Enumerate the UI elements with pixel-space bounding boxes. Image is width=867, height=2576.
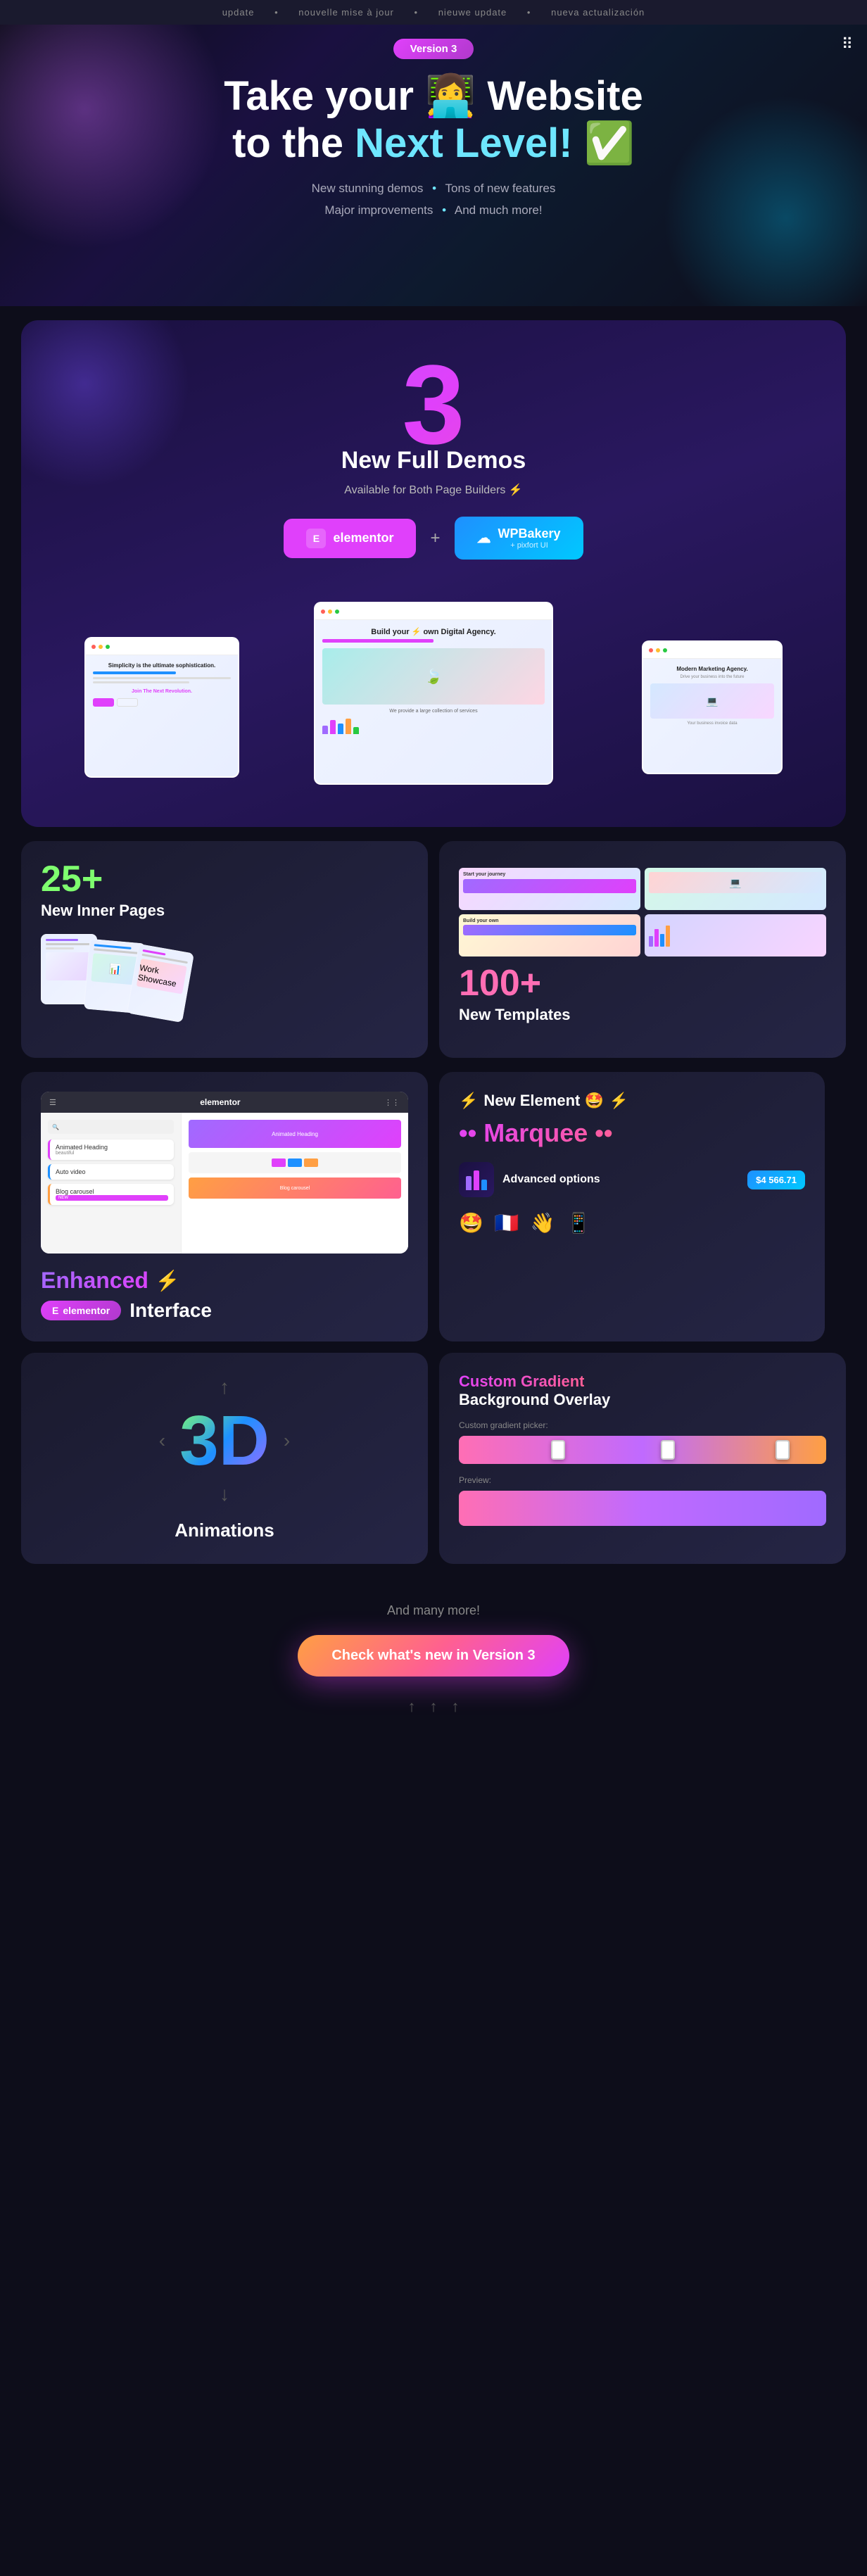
bottom-arrow-3: ↑ [452,1698,460,1716]
emoji-4: 📱 [567,1211,591,1235]
demos-section: 3 New Full Demos Available for Both Page… [21,320,846,827]
arrow-right: › [284,1429,290,1452]
card-gradient: Custom Gradient Background Overlay Custo… [439,1353,846,1564]
wpbakery-button[interactable]: ☁ WPBakery + pixfort UI [455,517,583,560]
cta-button[interactable]: Check what's new in Version 3 [298,1635,569,1677]
template-thumb-1: Start your journey [459,868,640,910]
templates-stat: 100+ [459,965,826,1002]
builder-buttons: E elementor + ☁ WPBakery + pixfort UI [42,517,825,560]
elementor-footer: E elementor Interface [41,1299,408,1322]
marquee-item-3: nieuwe update [438,7,507,18]
arrows-top: ↑ [220,1376,229,1399]
marquee-item-2: nouvelle mise à jour [298,7,394,18]
arrow-sides: ‹ 3D › [159,1406,291,1476]
interface-text: Interface [129,1299,212,1322]
templates-label: New Templates [459,1006,826,1024]
el-sidebar-item-blog: Blog carousel NEW [48,1184,174,1205]
bottom-arrow-1: ↑ [408,1698,416,1716]
marquee-item-1: update [222,7,255,18]
bar-3 [481,1180,487,1190]
enhanced-label: Enhanced ⚡ [41,1268,408,1294]
demo-screen-main: Build your ⚡ own Digital Agency. 🍃 We pr… [314,602,553,785]
hero-subtitle: New stunning demos • Tons of new feature… [28,178,839,221]
el-canvas: Animated Heading Blog carousel [182,1113,408,1254]
brand-icon: ⠿ [842,35,853,53]
templates-preview: Start your journey 💻 Build your own [459,868,826,956]
gradient-preview-bar [459,1491,826,1526]
gradient-picker-label: Custom gradient picker: [459,1420,826,1430]
picker-handle-2[interactable] [661,1440,675,1460]
demos-big-number: 3 [42,348,825,461]
emoji-1: 🤩 [459,1211,483,1235]
elementor-mockup: ☰ elementor ⋮⋮ 🔍 Animated Heading beauti… [41,1092,408,1254]
and-more-text: And many more! [21,1603,846,1618]
price-badge: $4 566.71 [747,1170,805,1189]
el-sidebar-item-video: Auto video [48,1164,174,1180]
hero-section: ⠿ Version 3 Take your 👩‍💻 Website to the… [0,25,867,306]
templates-card: Start your journey 💻 Build your own [439,841,846,1058]
emoji-2: 🇫🇷 [495,1211,519,1235]
new-element-label: ⚡ New Element 🤩 ⚡ [459,1092,805,1110]
advanced-options-text: Advanced options [502,1173,600,1186]
arrows-bottom: ↓ [220,1483,229,1505]
card-3d: ↑ ‹ 3D › ↓ Animations [21,1353,428,1564]
template-thumb-3: Build your own [459,914,640,956]
demo-screenshots: Simplicity is the ultimate sophisticatio… [42,581,825,806]
elementor-icon: E [306,529,326,548]
gradient-title: Custom Gradient Background Overlay [459,1372,826,1409]
animations-label: Animations [175,1520,274,1541]
emoji-row: 🤩 🇫🇷 👋 📱 [459,1211,805,1235]
template-thumb-2: 💻 [645,868,826,910]
hero-title-line1: Take your 👩‍💻 Website [28,73,839,120]
feature-grid: 25+ New Inner Pages 📊 [21,841,846,1058]
inner-pages-card: 25+ New Inner Pages 📊 [21,841,428,1058]
split-row: ☰ elementor ⋮⋮ 🔍 Animated Heading beauti… [21,1072,846,1341]
demos-title: New Full Demos [42,447,825,474]
demo-screen-left: Simplicity is the ultimate sophisticatio… [84,637,239,778]
template-thumb-4 [645,914,826,956]
page-thumb-3: Work Showcase [127,944,194,1023]
picker-handle-1[interactable] [551,1440,565,1460]
bottom-section: And many more! Check what's new in Versi… [0,1575,867,1758]
el-body: 🔍 Animated Heading beautiful Auto video … [41,1113,408,1254]
hero-title: Take your 👩‍💻 Website to the Next Level!… [28,73,839,167]
demos-subtitle: Available for Both Page Builders ⚡ [42,483,825,497]
preview-label: Preview: [459,1475,826,1485]
lightning-icon: ⚡ [156,1269,180,1292]
picker-handle-3[interactable] [776,1440,790,1460]
text-3d: 3D [179,1406,270,1476]
inner-pages-stat: 25+ [41,861,408,897]
advanced-options-row: Advanced options $4 566.71 [459,1162,805,1197]
el-sidebar-item-animated: Animated Heading beautiful [48,1139,174,1160]
demo-screen-right: Modern Marketing Agency. Drive your busi… [642,640,783,774]
arrow-left: ‹ [159,1429,165,1452]
hero-title-line2: to the Next Level! ✅ [28,120,839,168]
bar-2 [474,1170,479,1190]
elementor-card: ☰ elementor ⋮⋮ 🔍 Animated Heading beauti… [21,1072,428,1341]
inner-pages-label: New Inner Pages [41,902,408,920]
bar-1 [466,1176,472,1190]
marquee-item-4: nueva actualización [551,7,645,18]
wpbakery-icon: ☁ [477,529,491,547]
bottom-arrow-2: ↑ [430,1698,438,1716]
marquee-display: •• Marquee •• [459,1118,805,1148]
enhanced-text: Enhanced [41,1268,148,1294]
el-sidebar: 🔍 Animated Heading beautiful Auto video … [41,1113,182,1254]
inner-pages-preview: 📊 Work Showcase [41,934,408,1018]
gradient-picker-bar [459,1436,826,1464]
version-badge: Version 3 [393,39,474,59]
elementor-badge: E elementor [41,1301,121,1320]
el-toolbar: ☰ elementor ⋮⋮ [41,1092,408,1113]
emoji-3: 👋 [531,1211,555,1235]
two-col-section: ↑ ‹ 3D › ↓ Animations Custom Gradient Ba… [21,1353,846,1564]
elementor-button[interactable]: E elementor [284,519,416,558]
bar-chart-mini [466,1169,487,1190]
marquee-section: ⚡ New Element 🤩 ⚡ •• Marquee •• Advanced… [439,1072,825,1341]
plus-separator: + [430,529,440,548]
advanced-icon-box [459,1162,494,1197]
top-marquee: update • nouvelle mise à jour • nieuwe u… [0,0,867,25]
bottom-arrows: ↑ ↑ ↑ [21,1698,846,1716]
